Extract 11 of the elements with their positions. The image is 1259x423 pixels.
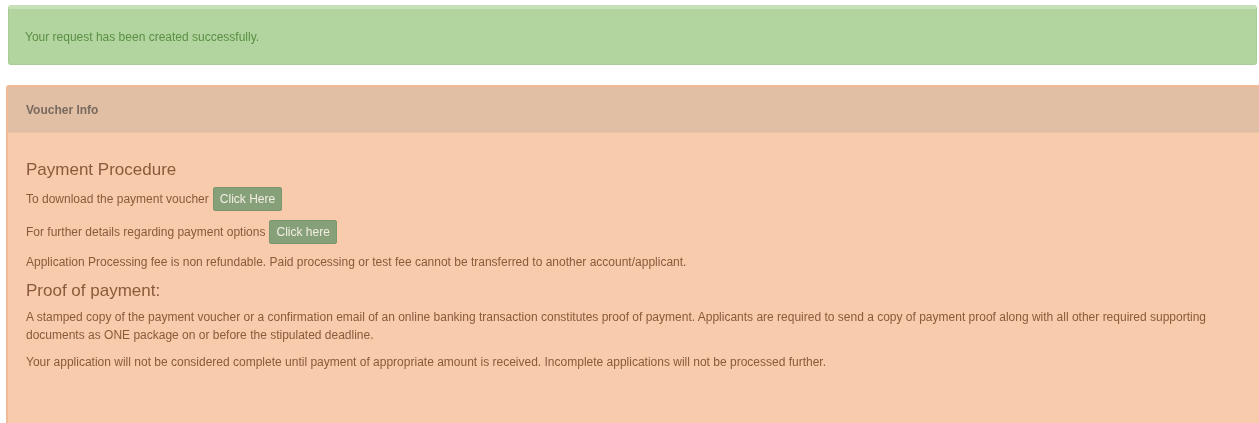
instruction-text: To download the payment voucher [26,191,209,208]
click-here-button[interactable]: Click Here [212,187,283,211]
success-message: Your request has been created successfully. [25,28,260,46]
click-here-button[interactable]: Click here [269,220,337,244]
info-paragraph: Application Processing fee is non refundable. Paid processing or test fee cannot be transferred to another account/applicant. [26,254,688,271]
section-heading: Proof of payment: [26,280,162,302]
instruction-text: For further details regarding payment options [26,224,266,241]
panel-title: Voucher Info [26,101,99,119]
section-heading: Payment Procedure [26,159,178,181]
info-paragraph: Your application will not be considered complete until payment of appropriate amount is received. Incomplete applications will not be processed further. [26,354,827,371]
info-paragraph: A stamped copy of the payment voucher or a confirmation email of an online banking transaction constitutes proof of payment. Applicants are required to send a copy of payment proof along with all other required supporting documents as ONE package on or before the stipulated deadline. [26,309,1208,344]
